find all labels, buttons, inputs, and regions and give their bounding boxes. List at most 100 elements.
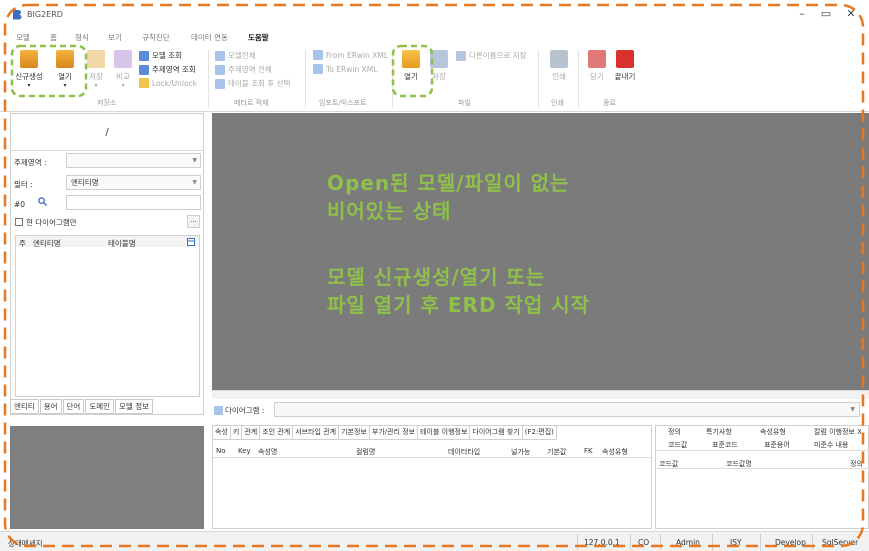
status-separator [760, 534, 761, 550]
new-model-button[interactable]: 신규생성 ▾ [11, 50, 47, 89]
tab-additional-info[interactable]: 부가/관리 정보 [369, 426, 419, 440]
printer-icon [550, 50, 568, 68]
tab-join-relation[interactable]: 조인 관계 [260, 426, 294, 440]
file-save-button[interactable]: 저장 [428, 50, 450, 82]
tab-domain[interactable]: 도메인 [85, 399, 115, 414]
open-model-button[interactable]: 열기 ▾ [52, 50, 78, 89]
column-code-value[interactable]: 코드값 [659, 459, 678, 469]
attribute-detail-panel: 속성 키 관계 조인 관계 서브타입 관계 기본정보 부가/관리 정보 테이블 … [212, 425, 652, 529]
status-separator [630, 534, 631, 550]
close-window-button[interactable]: ✕ [843, 6, 859, 22]
grid-options-icon[interactable] [187, 238, 195, 246]
model-query-button[interactable]: 모델 조회 [139, 50, 182, 61]
lock-icon [139, 78, 149, 88]
subject-area-label: 주제영역 : [14, 158, 47, 167]
diagram-label: 다이어그램 : [225, 406, 265, 415]
diagram-label-wrap: 다이어그램 : [214, 405, 264, 416]
menu-format[interactable]: 형식 [75, 32, 89, 43]
column-code-name[interactable]: 코드값명 [726, 459, 752, 469]
group-label-file: 파일 [458, 99, 471, 107]
table-select-button[interactable]: 테이블 조회 후 선택 [215, 78, 290, 89]
save-repo-button[interactable]: 저장 ▾ [84, 50, 108, 89]
exit-label: 끝내기 [614, 72, 636, 81]
column-data-type[interactable]: 데이터타입 [448, 447, 480, 457]
model-query-icon [139, 50, 149, 61]
tab-column-migration[interactable]: 칼럼 이행정보 X [814, 427, 862, 437]
column-fk[interactable]: FK [584, 447, 593, 455]
tab-key[interactable]: 키 [230, 426, 243, 440]
tab-attribute[interactable]: 속성 [213, 426, 231, 440]
more-options-button[interactable]: ... [187, 215, 200, 228]
current-diagram-only-checkbox[interactable] [15, 218, 23, 226]
model-all-button[interactable]: 모델전체 [215, 50, 256, 61]
save-as-button[interactable]: 다른이름으로 저장 [456, 50, 527, 61]
file-open-button[interactable]: 열기 [398, 50, 424, 82]
restore-button[interactable]: ▭ [818, 6, 834, 22]
lock-unlock-button[interactable]: Lock/Unlock [139, 78, 197, 88]
export-xml-icon [313, 64, 323, 74]
tab-definition[interactable]: 정의 [668, 427, 681, 437]
subject-area-select[interactable]: ▼ [66, 153, 201, 168]
column-attribute-name[interactable]: 속성명 [258, 447, 277, 457]
close-model-button[interactable]: 닫기 [586, 50, 608, 82]
menu-rule-check[interactable]: 규칙진단 [142, 32, 170, 43]
erd-canvas[interactable]: Open된 모델/파일이 없는 비어있는 상태 모델 신규생성/열기 또는 파일… [212, 113, 869, 390]
left-tabs: 엔티티 용어 단어 도메인 모델 정보 [10, 399, 154, 414]
filter-select[interactable]: 엔티티명 ▼ [66, 175, 201, 190]
tab-standard-term[interactable]: 표준용어 [764, 440, 790, 450]
diagram-icon [214, 406, 223, 415]
column-default[interactable]: 기본값 [547, 447, 566, 457]
column-no[interactable]: No [216, 447, 226, 455]
tab-relation[interactable]: 관계 [242, 426, 261, 440]
status-ip: 127.0.0.1 [584, 538, 620, 547]
file-open-label: 열기 [404, 72, 418, 81]
tab-basic-info[interactable]: 기본정보 [339, 426, 370, 440]
tab-attribute-type[interactable]: 속성유형 [760, 427, 786, 437]
group-separator [208, 50, 209, 108]
column-nullable[interactable]: 널가능 [511, 447, 530, 457]
minimize-button[interactable]: – [794, 6, 810, 22]
column-column-name[interactable]: 컬럼명 [356, 447, 375, 457]
tab-code-value[interactable]: 코드값 [668, 440, 687, 450]
tab-noncompliance[interactable]: 미준수 내용 [814, 440, 848, 450]
to-erwin-button[interactable]: To ERwin XML [313, 64, 377, 74]
compare-button[interactable]: 비교 ▾ [111, 50, 135, 89]
model-query-label: 모델 조회 [152, 51, 182, 60]
model-all-icon [215, 50, 225, 61]
compare-label: 비교 [116, 72, 130, 81]
menu-model[interactable]: 모델 [16, 32, 30, 43]
floppy-save-icon [430, 50, 448, 68]
right-tabs-row-1: 정의 특기사항 속성유형 칼럼 이행정보 X [656, 426, 869, 439]
column-attribute-type[interactable]: 속성유형 [602, 447, 628, 457]
menu-view[interactable]: 보기 [108, 32, 122, 43]
tab-model-info[interactable]: 모델 정보 [115, 399, 154, 414]
import-xml-icon [313, 50, 323, 60]
subject-area-query-button[interactable]: 주제영역 조회 [139, 64, 196, 75]
menu-help[interactable]: 도움말 [248, 32, 269, 43]
menu-home[interactable]: 홈 [50, 32, 57, 43]
subject-area-all-button[interactable]: 주제영역 전체 [215, 64, 272, 75]
print-button[interactable]: 인쇄 [548, 50, 570, 82]
group-separator [538, 50, 539, 108]
tab-term[interactable]: 용어 [39, 399, 62, 414]
tab-subtype-relation[interactable]: 서브타입 관계 [293, 426, 340, 440]
search-icon[interactable] [38, 197, 47, 206]
diagram-select[interactable]: ▼ [274, 402, 860, 417]
power-icon [616, 50, 634, 68]
tab-word[interactable]: 단어 [62, 399, 85, 414]
menu-data-link[interactable]: 데이터 연동 [191, 32, 228, 43]
status-separator [660, 534, 661, 550]
tab-remarks[interactable]: 특기사항 [706, 427, 732, 437]
tab-standard-code[interactable]: 표준코드 [712, 440, 738, 450]
from-erwin-button[interactable]: From ERwin XML [313, 50, 388, 60]
canvas-horizontal-scrollbar[interactable] [212, 390, 869, 399]
exit-button[interactable]: 끝내기 [612, 50, 638, 82]
edit-mode-button[interactable]: (F2:편집) [522, 426, 557, 440]
tab-find-diagram[interactable]: 다이어그램 찾기 [470, 426, 523, 440]
tab-table-migration[interactable]: 테이블 이행정보 [418, 426, 471, 440]
left-lower-panel [10, 426, 204, 529]
column-key[interactable]: Key [238, 447, 251, 455]
column-definition[interactable]: 정의 [850, 459, 863, 469]
tab-entity[interactable]: 엔티티 [10, 399, 39, 414]
search-input[interactable] [66, 195, 201, 210]
